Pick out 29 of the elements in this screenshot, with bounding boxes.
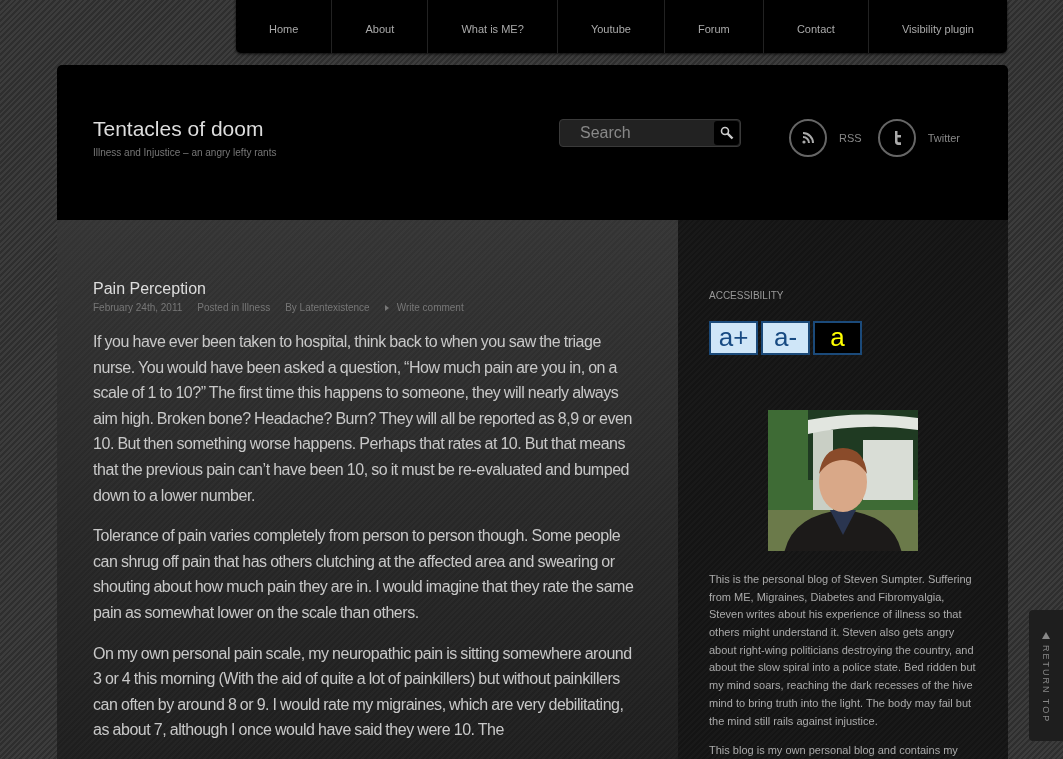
nav-link[interactable]: Youtube xyxy=(556,0,664,53)
bio-paragraph: This is the personal blog of Steven Sumpter. Suffering from ME, Migraines, Diabetes and Fibromyalgia, Steven writes about his experience of illness so that others might understand it. Steven also gets angry about right-wing politicians destroying the country, and about the slow spiral into a police state. Bed ridden but my mind soars, reaching the dark recesses of the hive mind to bring truth into the light. The body may fail but the mind still rails against injustice. xyxy=(709,571,977,729)
post-meta: February 24th, 2011 xyxy=(93,302,183,313)
search-button[interactable] xyxy=(714,120,739,145)
nav-link[interactable]: About xyxy=(331,0,428,53)
nav-link[interactable]: What is ME? xyxy=(427,0,557,53)
post-paragraph: On my own personal pain scale, my neuropathic pain is sitting somewhere around 3 or 4 this morning (With the aid of quite a lot of painkillers) but without painkillers can often by around 8 or 9. I would rate my migraines, which are very debilitating, as about 7, although I once would have said they were 10. The xyxy=(93,643,633,741)
widget-heading: ACCESSIBILITY xyxy=(709,290,785,301)
text-size-button[interactable]: a+ xyxy=(709,321,758,355)
up-arrow-icon xyxy=(1042,632,1050,639)
post-meta: Posted in Illness xyxy=(197,302,271,313)
nav-link[interactable]: Visibility plugin xyxy=(867,0,1007,53)
caret-icon xyxy=(384,304,389,311)
text-size-button[interactable]: a xyxy=(813,321,862,355)
search-icon xyxy=(719,125,734,140)
nav-link[interactable]: Home xyxy=(236,0,332,53)
bio-paragraph: This blog is my own personal blog and contains my xyxy=(709,743,959,759)
nav-link[interactable]: Contact xyxy=(762,0,868,53)
social-link[interactable]: Twitter xyxy=(877,118,961,157)
site-title[interactable]: Tentacles of doom xyxy=(93,117,559,141)
site-tagline: Illness and Injustice – an angry lefty rants xyxy=(93,147,278,158)
return-top-button[interactable]: RETURN TOP xyxy=(1029,610,1063,741)
post-paragraph: If you have ever been taken to hospital, think back to when you saw the triage nurse. You would have been asked a question, “How much pain are you in, on a scale of 1 to 10?” The first time this happens to someone, they will nearly always aim high. Broken bone? Headache? Burn? They will all be reported as 8,9 or even 10. But then something worse happens. Perhaps that rates at 10. But that means that the previous pain can’t have been 10, so it must be re-evaluated and bumped down to a lower number. xyxy=(93,332,633,506)
post-paragraph: Tolerance of pain varies completely from person to person though. Some people can shrug off pain that has others clutching at the affected area and swearing or shouting about how much pain they are in. I would imagine that they rate the same pain as somewhat lower on the scale than others. xyxy=(93,526,635,623)
nav-link[interactable]: Forum xyxy=(663,0,763,53)
text-size-button[interactable]: a- xyxy=(761,321,810,355)
rss-icon xyxy=(802,131,814,144)
post-title[interactable]: Pain Perception xyxy=(93,280,642,298)
post-meta: By Latentexistence xyxy=(285,302,370,313)
